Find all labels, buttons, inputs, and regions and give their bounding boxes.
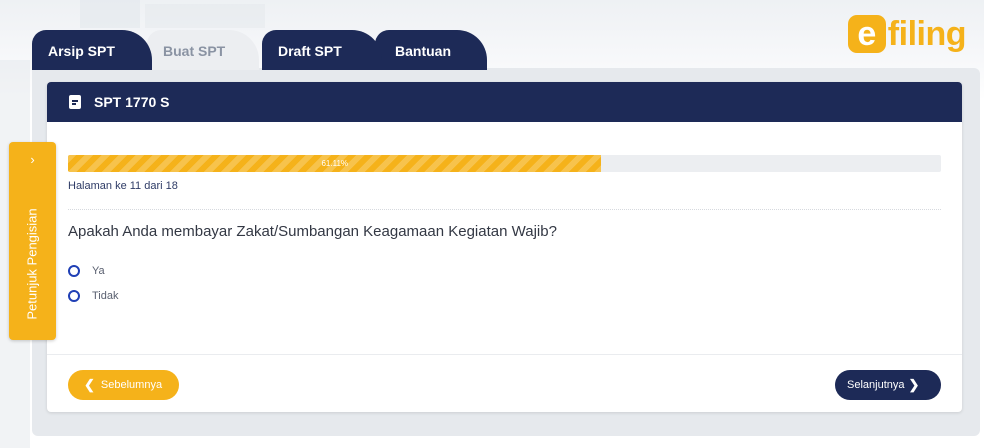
question-text: Apakah Anda membayar Zakat/Sumbangan Kea… <box>68 223 557 240</box>
logo-text: filing <box>887 14 967 53</box>
chevron-left-icon: ❮ <box>84 377 95 392</box>
panel-title: SPT 1770 S <box>94 94 170 110</box>
option-tidak[interactable]: Tidak <box>68 283 941 308</box>
efiling-logo: e filing <box>847 14 967 54</box>
radio-button[interactable] <box>68 264 80 277</box>
filling-guide-tab[interactable]: › Petunjuk Pengisian <box>9 142 56 340</box>
previous-button[interactable]: ❮ Sebelumnya <box>68 370 179 400</box>
backdrop-building <box>145 4 265 28</box>
radio-button[interactable] <box>68 289 80 302</box>
option-label: Tidak <box>92 289 119 302</box>
tab-draft-spt[interactable]: Draft SPT <box>262 30 382 70</box>
option-ya[interactable]: Ya <box>68 258 941 283</box>
document-icon <box>69 95 81 109</box>
guide-label: Petunjuk Pengisian <box>24 208 40 320</box>
panel-header: SPT 1770 S <box>47 82 962 122</box>
next-label: Selanjutnya <box>847 379 905 391</box>
divider <box>68 209 941 210</box>
logo-e-mark: e <box>847 15 886 53</box>
previous-label: Sebelumnya <box>100 379 163 391</box>
spt-form-panel: SPT 1770 S 61.11% Halaman ke 11 dari 18 … <box>47 82 962 412</box>
tab-buat-spt[interactable]: Buat SPT <box>147 30 259 70</box>
tab-bantuan[interactable]: Bantuan <box>375 30 487 70</box>
progress-label: 61.11% <box>321 159 349 168</box>
page-indicator: Halaman ke 11 dari 18 <box>68 180 178 192</box>
chevron-right-icon: › <box>30 152 35 167</box>
option-label: Ya <box>92 264 105 277</box>
progress-fill: 61.11% <box>68 155 602 172</box>
backdrop-building <box>80 0 140 28</box>
footer-divider <box>47 354 962 355</box>
progress-bar: 61.11% <box>68 155 941 172</box>
next-button[interactable]: Selanjutnya ❯ <box>835 370 941 400</box>
chevron-right-icon: ❯ <box>908 377 920 392</box>
tab-arsip-spt[interactable]: Arsip SPT <box>32 30 152 70</box>
answer-options: Ya Tidak <box>68 258 941 308</box>
